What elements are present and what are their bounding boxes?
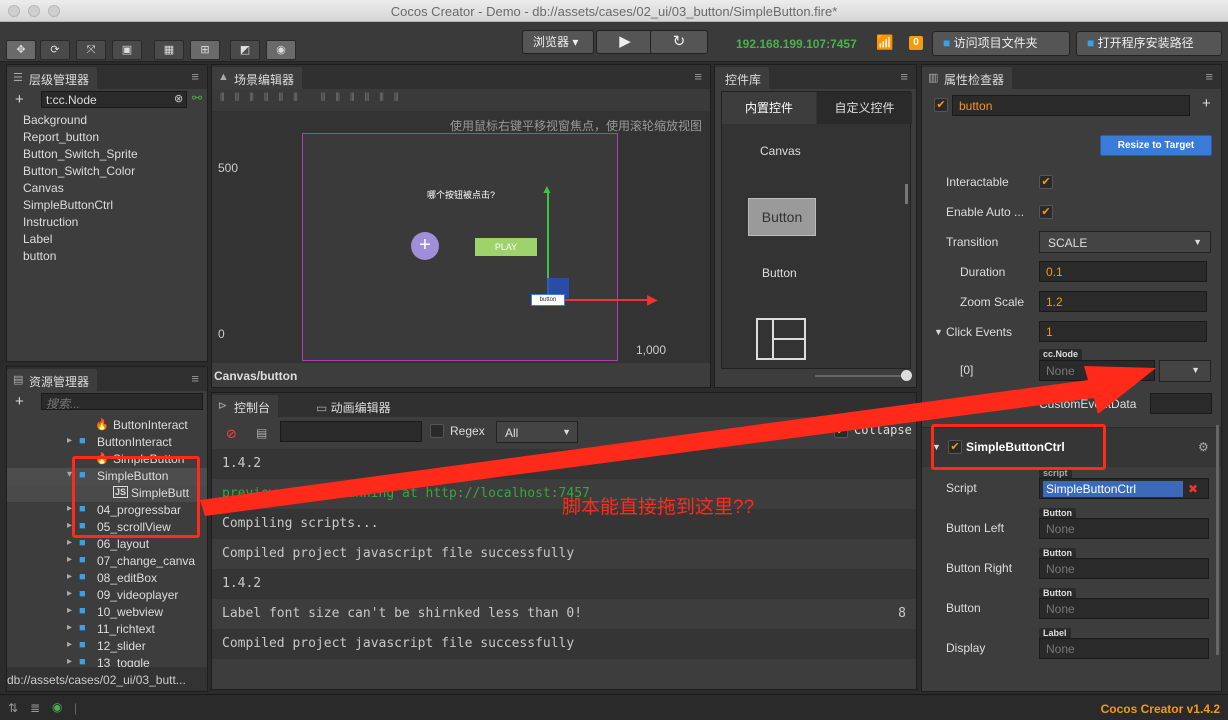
divider: | <box>74 701 78 715</box>
annotation-arrow <box>200 366 1156 516</box>
annotation-text: 脚本能直接拖到这里?? <box>562 497 755 518</box>
database-icon[interactable]: ≣ <box>30 701 40 715</box>
version-text: Cocos Creator v1.4.2 <box>1100 702 1220 716</box>
eye-icon[interactable]: ◉ <box>52 700 62 714</box>
refresh-icon[interactable]: ⇅ <box>8 701 18 715</box>
status-bar: ⇅ ≣ ◉ | Cocos Creator v1.4.2 <box>0 694 1228 720</box>
